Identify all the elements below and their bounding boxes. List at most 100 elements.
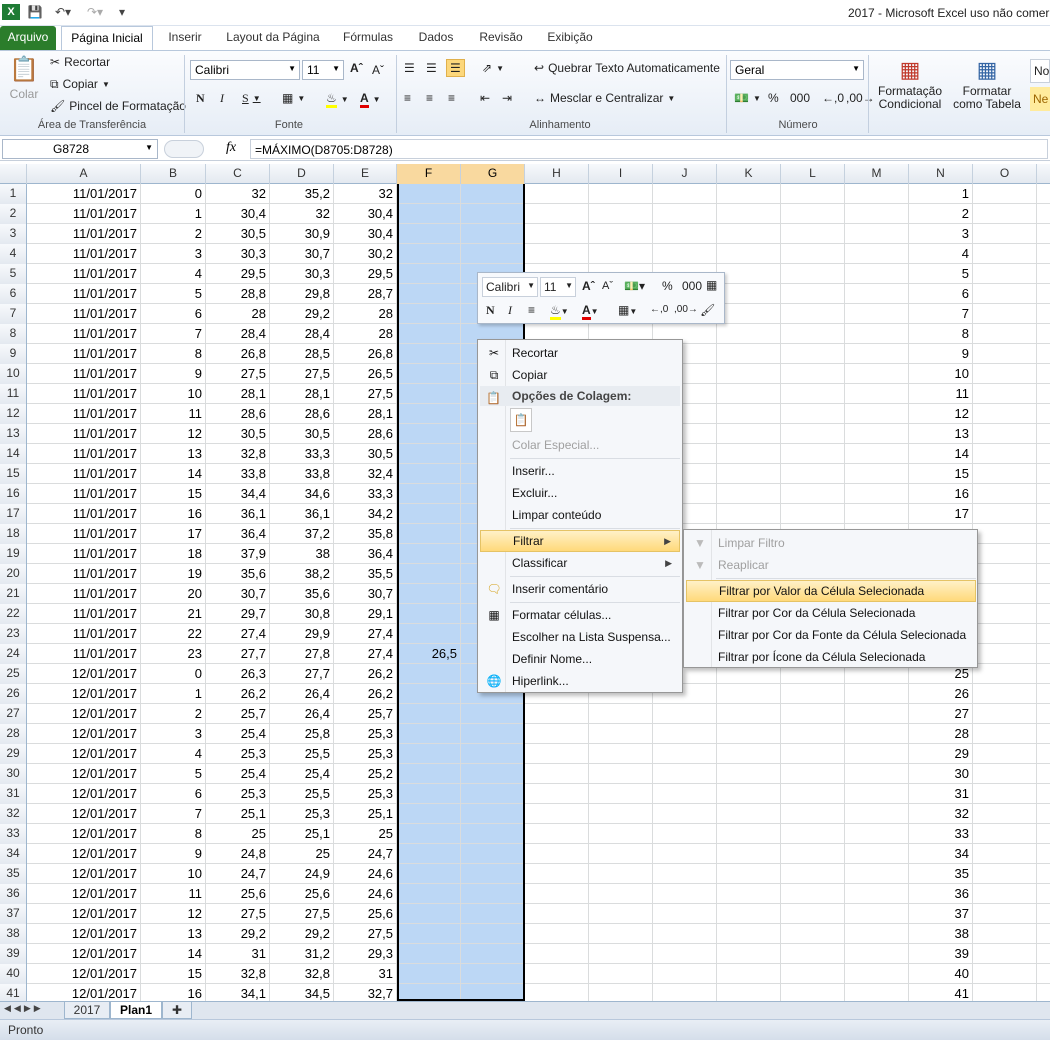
cell-e[interactable]: 31 bbox=[334, 964, 397, 983]
cell-i[interactable] bbox=[589, 924, 653, 943]
cell-b[interactable]: 3 bbox=[141, 244, 206, 263]
cell-k[interactable] bbox=[717, 204, 781, 223]
row-header[interactable]: 21 bbox=[0, 584, 27, 604]
cell-i[interactable] bbox=[589, 244, 653, 263]
cell-f[interactable] bbox=[397, 904, 461, 923]
conditional-formatting-button[interactable]: ▦ Formatação Condicional bbox=[874, 55, 946, 111]
cell-o[interactable] bbox=[973, 204, 1037, 223]
mini-font-color-button[interactable]: A▼ bbox=[582, 303, 599, 320]
cell-l[interactable] bbox=[781, 864, 845, 883]
cell-a[interactable]: 12/01/2017 bbox=[27, 804, 141, 823]
cell-c[interactable]: 29,2 bbox=[206, 924, 270, 943]
cell-g[interactable] bbox=[461, 784, 525, 803]
cell-e[interactable]: 25,2 bbox=[334, 764, 397, 783]
cell-m[interactable] bbox=[845, 344, 909, 363]
cell-i[interactable] bbox=[589, 804, 653, 823]
cell-m[interactable] bbox=[845, 444, 909, 463]
cell-f[interactable] bbox=[397, 264, 461, 283]
cell-d[interactable]: 30,9 bbox=[270, 224, 334, 243]
cell-a[interactable]: 12/01/2017 bbox=[27, 904, 141, 923]
cell-m[interactable] bbox=[845, 964, 909, 983]
cell-l[interactable] bbox=[781, 424, 845, 443]
cell-i[interactable] bbox=[589, 724, 653, 743]
cell-o[interactable] bbox=[973, 184, 1037, 203]
cell-d[interactable]: 28,6 bbox=[270, 404, 334, 423]
cell-f[interactable] bbox=[397, 304, 461, 323]
cell-k[interactable] bbox=[717, 424, 781, 443]
cell-l[interactable] bbox=[781, 204, 845, 223]
cell-o[interactable] bbox=[973, 964, 1037, 983]
tab-insert[interactable]: Inserir bbox=[160, 26, 210, 50]
cell-b[interactable]: 4 bbox=[141, 744, 206, 763]
mini-grow-font-button[interactable]: Aˆ bbox=[582, 279, 595, 293]
cell-i[interactable] bbox=[589, 204, 653, 223]
row-header[interactable]: 31 bbox=[0, 784, 27, 804]
cell-c[interactable]: 26,2 bbox=[206, 684, 270, 703]
cell-o[interactable] bbox=[973, 884, 1037, 903]
cell-b[interactable]: 19 bbox=[141, 564, 206, 583]
cell-f[interactable] bbox=[397, 544, 461, 563]
cell-h[interactable] bbox=[525, 724, 589, 743]
cell-a[interactable]: 12/01/2017 bbox=[27, 784, 141, 803]
mini-bold-button[interactable]: N bbox=[486, 303, 495, 318]
cell-a[interactable]: 11/01/2017 bbox=[27, 244, 141, 263]
menu-item-pick-list[interactable]: Escolher na Lista Suspensa... bbox=[480, 626, 680, 648]
cell-k[interactable] bbox=[717, 744, 781, 763]
cell-m[interactable] bbox=[845, 184, 909, 203]
cell-f[interactable] bbox=[397, 464, 461, 483]
cell-o[interactable] bbox=[973, 924, 1037, 943]
cell-a[interactable]: 11/01/2017 bbox=[27, 264, 141, 283]
cell-n[interactable]: 30 bbox=[909, 764, 973, 783]
cell-m[interactable] bbox=[845, 724, 909, 743]
grow-font-button[interactable]: Aˆ bbox=[350, 61, 363, 75]
orientation-button[interactable]: ⇗ ▼ bbox=[482, 61, 504, 75]
cell-k[interactable] bbox=[717, 764, 781, 783]
menu-item-hyperlink[interactable]: 🌐 Hiperlink... bbox=[480, 670, 680, 692]
tab-file[interactable]: Arquivo bbox=[0, 26, 56, 50]
cell-k[interactable] bbox=[717, 784, 781, 803]
cell-f[interactable] bbox=[397, 224, 461, 243]
cell-a[interactable]: 11/01/2017 bbox=[27, 204, 141, 223]
cell-e[interactable]: 28,7 bbox=[334, 284, 397, 303]
row-header[interactable]: 7 bbox=[0, 304, 27, 324]
cell-m[interactable] bbox=[845, 484, 909, 503]
align-center-button[interactable]: ≡ bbox=[426, 91, 433, 105]
cell-g[interactable] bbox=[461, 244, 525, 263]
italic-button[interactable]: I bbox=[220, 91, 224, 106]
cell-g[interactable] bbox=[461, 224, 525, 243]
cell-i[interactable] bbox=[589, 964, 653, 983]
column-header-d[interactable]: D bbox=[270, 164, 334, 184]
align-left-button[interactable]: ≡ bbox=[404, 91, 411, 105]
row-header[interactable]: 36 bbox=[0, 884, 27, 904]
cell-j[interactable] bbox=[653, 864, 717, 883]
cell-n[interactable]: 31 bbox=[909, 784, 973, 803]
cell-n[interactable]: 26 bbox=[909, 684, 973, 703]
cell-d[interactable]: 38,2 bbox=[270, 564, 334, 583]
row-header[interactable]: 10 bbox=[0, 364, 27, 384]
cell-d[interactable]: 25 bbox=[270, 844, 334, 863]
cell-k[interactable] bbox=[717, 944, 781, 963]
row-header[interactable]: 19 bbox=[0, 544, 27, 564]
mini-decrease-decimal-button[interactable]: ,00→ bbox=[674, 304, 698, 315]
cell-l[interactable] bbox=[781, 784, 845, 803]
cell-l[interactable] bbox=[781, 324, 845, 343]
row-header[interactable]: 13 bbox=[0, 424, 27, 444]
cell-b[interactable]: 11 bbox=[141, 884, 206, 903]
cell-d[interactable]: 26,4 bbox=[270, 704, 334, 723]
cell-n[interactable]: 13 bbox=[909, 424, 973, 443]
cell-e[interactable]: 29,5 bbox=[334, 264, 397, 283]
cell-m[interactable] bbox=[845, 944, 909, 963]
cell-d[interactable]: 29,2 bbox=[270, 304, 334, 323]
cell-a[interactable]: 12/01/2017 bbox=[27, 844, 141, 863]
cell-b[interactable]: 3 bbox=[141, 724, 206, 743]
cell-n[interactable]: 28 bbox=[909, 724, 973, 743]
submenu-item-filter-by-value[interactable]: Filtrar por Valor da Célula Selecionada bbox=[686, 580, 976, 602]
cell-n[interactable]: 15 bbox=[909, 464, 973, 483]
menu-item-delete[interactable]: Excluir... bbox=[480, 482, 680, 504]
cell-e[interactable]: 30,4 bbox=[334, 224, 397, 243]
sheet-tab-plan1[interactable]: Plan1 bbox=[110, 1002, 162, 1019]
cell-h[interactable] bbox=[525, 944, 589, 963]
cell-j[interactable] bbox=[653, 244, 717, 263]
cell-c[interactable]: 32,8 bbox=[206, 964, 270, 983]
accounting-format-button[interactable]: 💵 ▼ bbox=[734, 91, 761, 105]
